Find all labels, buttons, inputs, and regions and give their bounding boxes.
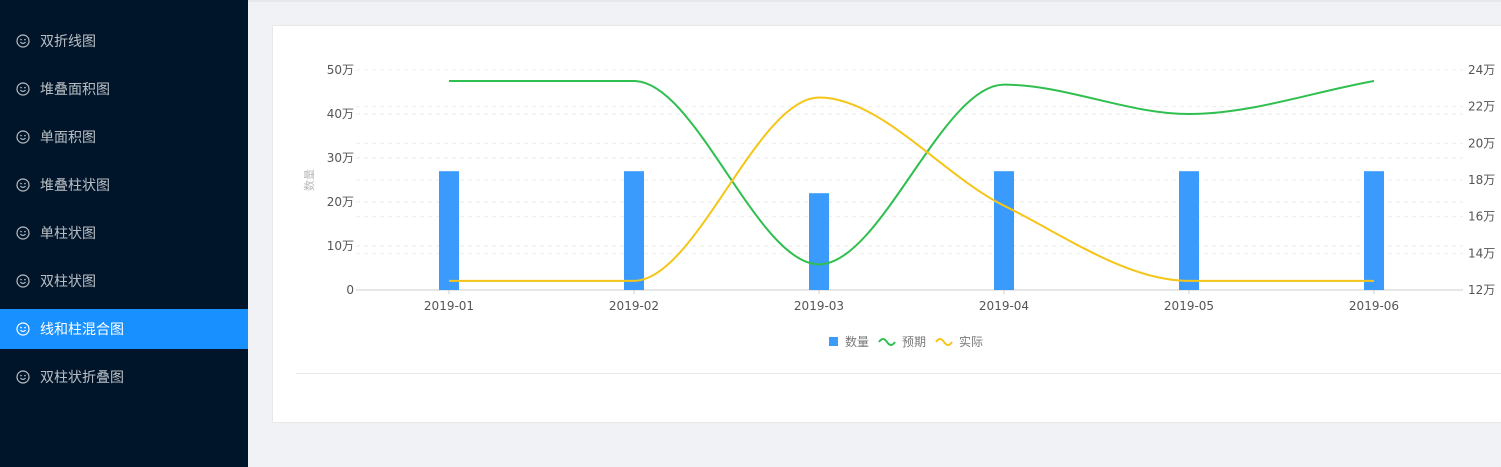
y-right-tick-label: 24万	[1468, 63, 1495, 77]
bar	[624, 171, 644, 290]
y-right-tick-label: 16万	[1468, 210, 1495, 224]
legend-label: 预期	[902, 335, 926, 349]
bar	[439, 171, 459, 290]
x-tick-label: 2019-02	[609, 299, 659, 313]
legend-label: 数量	[845, 334, 869, 349]
bar	[1364, 171, 1384, 290]
x-tick-label: 2019-05	[1164, 299, 1214, 313]
legend-swatch	[829, 337, 838, 346]
y-right-tick-label: 22万	[1468, 100, 1495, 114]
bar	[1179, 171, 1199, 290]
x-tick-label: 2019-01	[424, 299, 474, 313]
y-right-tick-label: 20万	[1468, 136, 1495, 150]
y-left-axis-label: 数量	[303, 169, 316, 191]
y-right-tick-label: 12万	[1468, 283, 1495, 297]
legend-swatch	[878, 338, 896, 346]
bar	[994, 171, 1014, 290]
bar	[809, 193, 829, 290]
y-left-tick-label: 50万	[327, 63, 354, 77]
y-right-tick-label: 14万	[1468, 246, 1495, 260]
y-right-tick-label: 18万	[1468, 173, 1495, 187]
mixed-line-bar-chart: 0 10万 20万 30万 40万 50万 12万 14万 16万 18万 20万 22万 24万数量 2…	[303, 63, 1495, 349]
x-tick-label: 2019-03	[794, 299, 844, 313]
legend-swatch	[935, 338, 953, 346]
y-left-tick-label: 10万	[327, 239, 354, 253]
y-left-tick-label: 30万	[327, 151, 354, 165]
y-left-tick-label: 20万	[327, 195, 354, 209]
x-tick-label: 2019-04	[979, 299, 1029, 313]
series-line-预期	[449, 79, 1375, 266]
legend-label: 实际	[959, 334, 983, 349]
y-left-tick-label: 40万	[327, 107, 354, 121]
y-left-tick-label: 0	[346, 283, 354, 297]
x-tick-label: 2019-06	[1349, 299, 1399, 313]
